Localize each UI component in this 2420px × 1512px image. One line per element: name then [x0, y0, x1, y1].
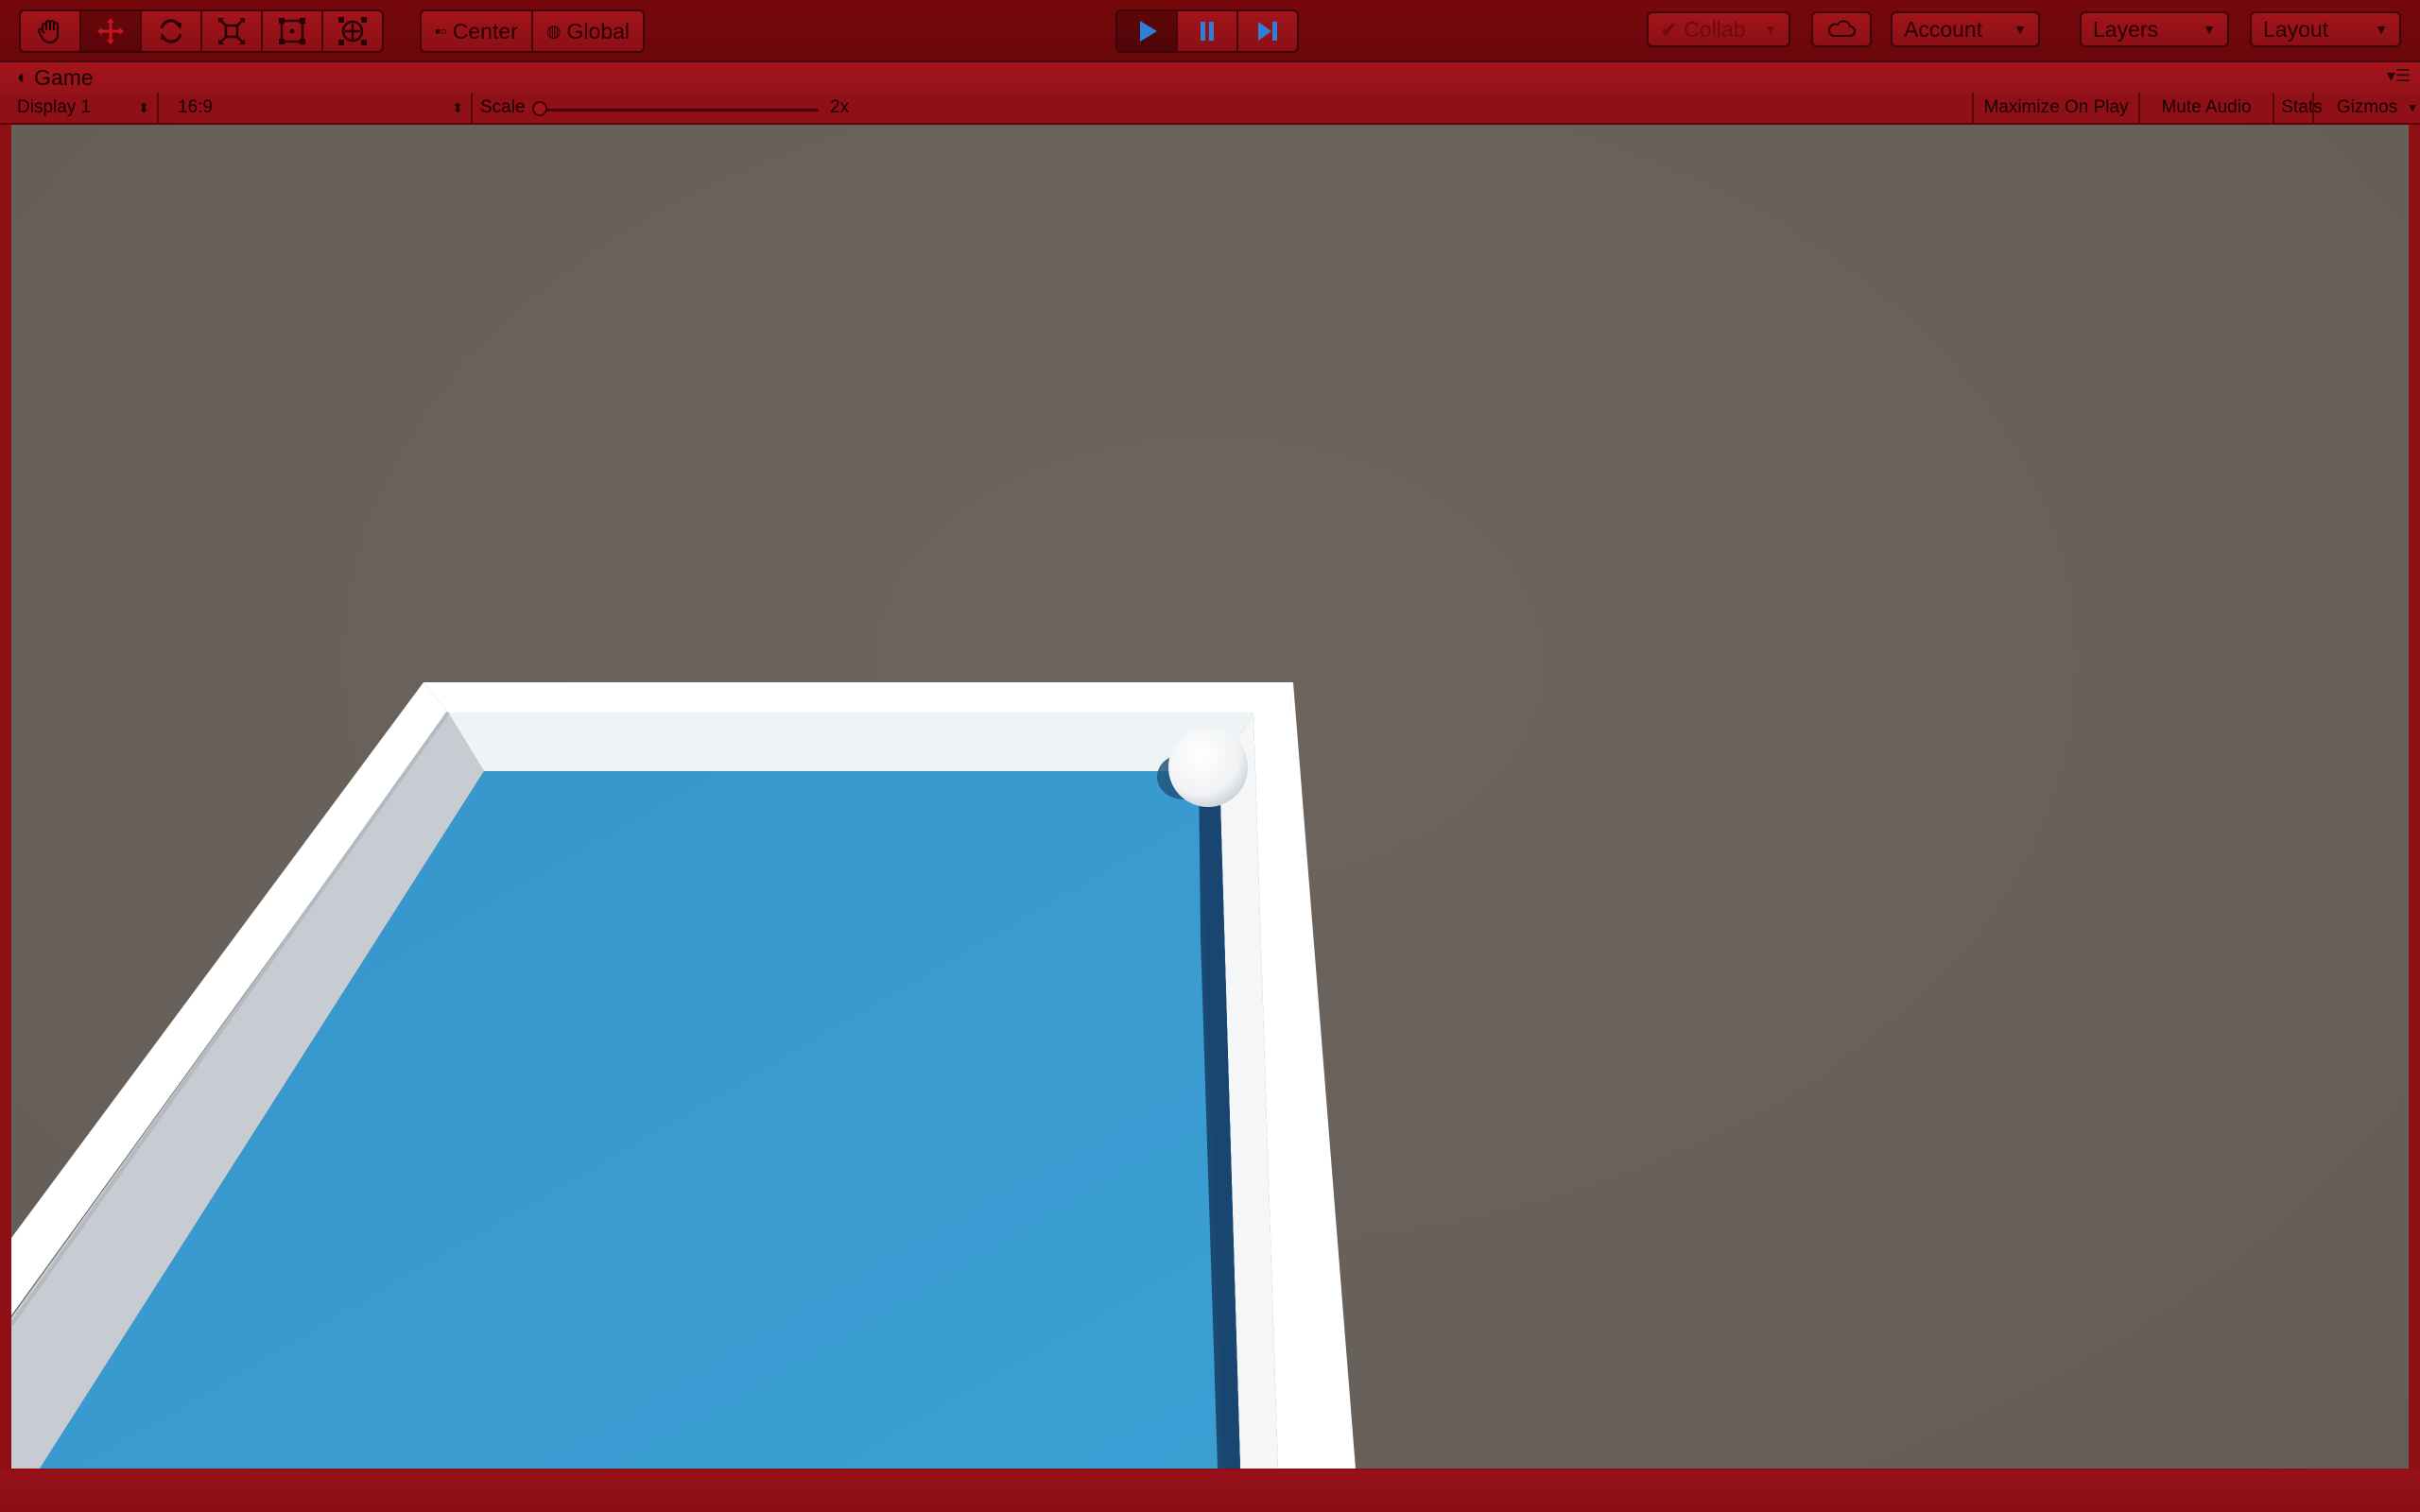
chevron-down-icon: ▼: [2014, 22, 2027, 37]
rotate-icon: [160, 19, 182, 43]
status-bar: [0, 1470, 2420, 1512]
maximize-label: Maximize On Play: [1983, 97, 2129, 117]
chevron-down-icon: ▼: [2375, 22, 2388, 37]
transform-tools-group: [19, 9, 384, 53]
step-button[interactable]: [1238, 11, 1297, 51]
game-viewport[interactable]: [11, 125, 2409, 1469]
hand-icon: [37, 19, 60, 44]
pivot-rotation-button[interactable]: ◍ Global: [533, 11, 643, 51]
scale-slider-thumb[interactable]: [532, 101, 547, 116]
gizmos-dropdown[interactable]: Gizmos ▼: [2312, 93, 2420, 123]
move-arrows-icon: [97, 18, 124, 44]
panel-menu-icon[interactable]: ▾☰: [2387, 66, 2411, 86]
pivot-mode-label: Center: [452, 18, 518, 43]
cloud-button[interactable]: [1811, 11, 1872, 47]
rotate-tool-button[interactable]: [142, 11, 202, 51]
pivot-group: ▪▫ Center ◍ Global: [420, 9, 646, 53]
mute-label: Mute Audio: [2161, 97, 2252, 117]
game-tab[interactable]: ◖ Game: [15, 62, 94, 93]
rect-tool-button[interactable]: [263, 11, 323, 51]
scale-label: Scale: [480, 97, 526, 117]
globe-icon: ◍: [545, 21, 562, 41]
collab-label: Collab: [1684, 16, 1746, 42]
gizmos-label: Gizmos: [2336, 97, 2398, 117]
scale-slider-track[interactable]: [535, 109, 819, 112]
collab-check-icon: ✔: [1660, 16, 1679, 42]
chevron-down-icon: ▼: [2407, 101, 2419, 114]
play-icon: [1140, 21, 1157, 42]
collab-dropdown[interactable]: ✔ Collab ▼: [1647, 11, 1790, 47]
aspect-label: 16:9: [178, 97, 213, 117]
scale-icon: [218, 18, 245, 44]
pause-icon: [1201, 22, 1214, 41]
scale-value: 2x: [830, 97, 850, 117]
pivot-mode-button[interactable]: ▪▫ Center: [422, 11, 533, 51]
main-toolbar: ▪▫ Center ◍ Global ✔ Collab ▼ Account ▼ …: [0, 0, 2420, 62]
account-dropdown[interactable]: Account ▼: [1891, 11, 2040, 47]
hand-tool-button[interactable]: [21, 11, 81, 51]
updown-arrows-icon: ⬍: [138, 99, 149, 115]
pause-button[interactable]: [1178, 11, 1238, 51]
move-tool-button[interactable]: [81, 11, 142, 51]
step-icon: [1258, 22, 1277, 41]
layout-dropdown[interactable]: Layout ▼: [2250, 11, 2401, 47]
wall-top-back: [424, 682, 1293, 713]
play-controls: [1115, 9, 1299, 53]
pacman-icon: ◖: [15, 66, 27, 88]
play-button[interactable]: [1117, 11, 1178, 51]
game-tab-bar: ◖ Game ▾☰: [0, 62, 2420, 93]
aspect-dropdown[interactable]: 16:9 ⬍: [168, 93, 473, 123]
wall-inner-back: [448, 713, 1253, 771]
layers-label: Layers: [2093, 16, 2159, 42]
game-tab-title: Game: [34, 64, 94, 90]
pivot-rotation-label: Global: [566, 18, 631, 43]
chevron-down-icon: ▼: [1764, 22, 1777, 37]
player-ball: [1168, 728, 1248, 807]
combined-transform-icon: [338, 17, 367, 45]
layers-dropdown[interactable]: Layers ▼: [2080, 11, 2229, 47]
chevron-down-icon: ▼: [2203, 22, 2216, 37]
layout-label: Layout: [2263, 16, 2329, 42]
mute-audio-toggle[interactable]: Mute Audio: [2138, 93, 2273, 123]
transform-tool-button[interactable]: [323, 11, 382, 51]
maximize-on-play-toggle[interactable]: Maximize On Play: [1972, 93, 2138, 123]
account-label: Account: [1904, 16, 1983, 42]
cloud-icon: [1828, 20, 1856, 37]
updown-arrows-icon: ⬍: [452, 99, 463, 115]
display-dropdown[interactable]: Display 1 ⬍: [8, 93, 159, 123]
game-scene: [11, 682, 1356, 1469]
scale-tool-button[interactable]: [202, 11, 263, 51]
rect-transform-icon: [279, 18, 305, 44]
pivot-center-icon: ▪▫: [435, 21, 447, 41]
display-label: Display 1: [17, 97, 92, 117]
